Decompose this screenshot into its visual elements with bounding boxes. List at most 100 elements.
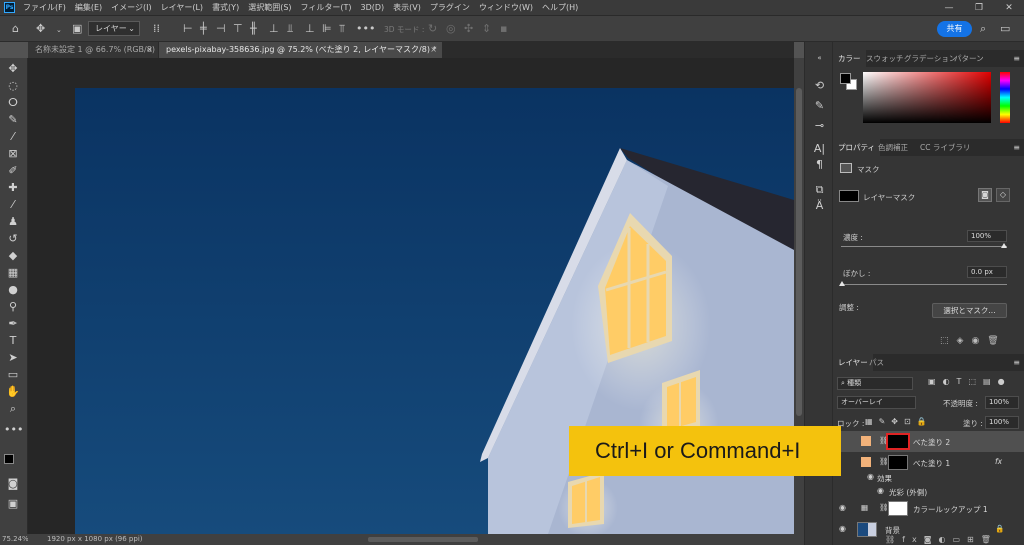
transform-controls-icon[interactable]: ⁞⁞ bbox=[153, 22, 160, 35]
3d-orbit-icon[interactable]: ↻ bbox=[428, 22, 437, 35]
blend-mode-dropdown[interactable]: オーバーレイ bbox=[837, 396, 916, 409]
feather-slider[interactable] bbox=[841, 284, 1007, 285]
glyphs-panel-icon[interactable]: Ä bbox=[812, 198, 827, 213]
menu-layer[interactable]: レイヤー(L) bbox=[161, 2, 203, 13]
menu-help[interactable]: ヘルプ(H) bbox=[542, 2, 578, 13]
quick-select-tool-icon[interactable]: ✎ bbox=[4, 112, 22, 127]
workspace-icon[interactable]: ▭ bbox=[1000, 22, 1010, 35]
opacity-field[interactable]: 100% bbox=[985, 396, 1019, 409]
delete-mask-icon[interactable]: 🗑 bbox=[987, 336, 1006, 346]
eye-icon[interactable]: ◉ bbox=[839, 524, 846, 533]
eyedropper-tool-icon[interactable]: ⁄ bbox=[4, 129, 22, 144]
clone-stamp-icon[interactable]: ♟ bbox=[4, 214, 22, 229]
frame-tool-icon[interactable]: ✐ bbox=[4, 163, 22, 178]
align-left-icon[interactable]: ⊢ bbox=[183, 22, 193, 35]
distribute-top-icon[interactable]: ⊥ bbox=[269, 22, 279, 35]
align-top-icon[interactable]: ⊤ bbox=[233, 22, 243, 35]
brush-tool-icon[interactable]: ⁄ bbox=[4, 197, 22, 212]
select-pixels-icon[interactable]: ◙ bbox=[978, 188, 992, 202]
hand-tool-icon[interactable]: ✋ bbox=[4, 384, 22, 399]
menu-image[interactable]: イメージ(I) bbox=[111, 2, 151, 13]
marquee-tool-icon[interactable]: ◌ bbox=[4, 78, 22, 93]
type-tool-icon[interactable]: T bbox=[4, 333, 22, 348]
select-and-mask-button[interactable]: 選択とマスク... bbox=[932, 303, 1007, 318]
feather-slider-thumb[interactable] bbox=[839, 281, 845, 286]
scrollbar-thumb[interactable] bbox=[796, 88, 802, 416]
home-icon[interactable]: ⌂ bbox=[12, 22, 19, 35]
blur-tool-icon[interactable]: ● bbox=[4, 282, 22, 297]
lock-artboard-icon[interactable]: ⊡ bbox=[904, 417, 917, 426]
document-size-info[interactable]: 1920 px x 1080 px (96 ppi) bbox=[47, 534, 143, 545]
eye-icon[interactable]: ◉ bbox=[839, 503, 846, 512]
delete-layer-icon[interactable]: 🗑 bbox=[981, 535, 998, 544]
zoom-tool-icon[interactable]: ⌕ bbox=[4, 401, 22, 416]
adjustment-filter-icon[interactable]: ◐ bbox=[943, 377, 957, 386]
3d-slide-icon[interactable]: ⇕ bbox=[482, 22, 491, 35]
rectangle-tool-icon[interactable]: ▭ bbox=[4, 367, 22, 382]
tool-preset-chevron-icon[interactable]: ⌄ bbox=[56, 24, 62, 37]
screen-mode-icon[interactable]: ▣ bbox=[4, 496, 22, 511]
density-field[interactable]: 100% bbox=[967, 230, 1007, 242]
new-layer-icon[interactable]: ⊞ bbox=[967, 535, 981, 544]
menu-view[interactable]: 表示(V) bbox=[393, 2, 421, 13]
distribute-right-icon[interactable]: ⫪ bbox=[339, 22, 345, 35]
pixel-filter-icon[interactable]: ▣ bbox=[928, 377, 943, 386]
fill-field[interactable]: 100% bbox=[985, 416, 1019, 429]
load-selection-icon[interactable]: ⬚ bbox=[940, 336, 957, 346]
menu-window[interactable]: ウィンドウ(W) bbox=[479, 2, 533, 13]
align-hcenter-icon[interactable]: ╪ bbox=[200, 22, 207, 35]
path-select-tool-icon[interactable]: ➤ bbox=[4, 350, 22, 365]
healing-brush-icon[interactable]: ✚ bbox=[4, 180, 22, 195]
link-layers-icon[interactable]: ⛓ bbox=[885, 535, 902, 544]
brush-settings-icon[interactable]: ✎ bbox=[812, 98, 827, 113]
foreground-color-swatch[interactable] bbox=[840, 73, 851, 84]
tab-untitled-document[interactable]: 名称未設定 1 @ 66.7% (RGB/8) × bbox=[28, 42, 158, 58]
distribute-vcenter-icon[interactable]: ⫫ bbox=[287, 22, 293, 35]
fx-icon[interactable]: fx bbox=[995, 457, 1002, 466]
info-panel-icon[interactable]: ⧉ bbox=[812, 182, 827, 197]
new-group-icon[interactable]: ▭ bbox=[952, 535, 967, 544]
panel-menu-icon[interactable]: ≡ bbox=[1013, 50, 1020, 67]
menu-3d[interactable]: 3D(D) bbox=[361, 3, 385, 12]
lock-all-icon[interactable]: 🔒 bbox=[917, 417, 933, 426]
density-slider-thumb[interactable] bbox=[1001, 243, 1007, 248]
minimize-button[interactable]: — bbox=[934, 0, 964, 16]
history-brush-icon[interactable]: ↺ bbox=[4, 231, 22, 246]
menu-type[interactable]: 書式(Y) bbox=[212, 2, 239, 13]
layer-select-dropdown[interactable]: レイヤー ⌄ bbox=[88, 21, 140, 36]
layer-row-fill-2[interactable]: ⛓ べた塗り 2 bbox=[833, 431, 1024, 452]
more-options-icon[interactable]: ••• bbox=[356, 22, 375, 35]
density-slider[interactable] bbox=[841, 246, 1007, 247]
tab-adjustments[interactable]: 色調補正 bbox=[873, 139, 913, 156]
close-tab-icon[interactable]: × bbox=[430, 42, 437, 58]
effects-row[interactable]: ◉ 効果 bbox=[833, 470, 1024, 484]
gradient-tool-icon[interactable]: ▦ bbox=[4, 265, 22, 280]
align-vcenter-icon[interactable]: ╫ bbox=[250, 22, 257, 35]
3d-scale-icon[interactable]: ▪ bbox=[500, 22, 507, 35]
add-mask-icon[interactable]: ◙ bbox=[924, 535, 939, 544]
edit-toolbar-icon[interactable]: ••• bbox=[4, 422, 23, 437]
zoom-readout[interactable]: 75.24% bbox=[0, 534, 29, 545]
history-panel-icon[interactable]: ⟲ bbox=[812, 78, 827, 93]
quick-mask-icon[interactable]: ◙ bbox=[4, 476, 22, 491]
tab-paths[interactable]: パス bbox=[864, 354, 889, 371]
tab-patterns[interactable]: パターン bbox=[949, 50, 989, 67]
align-right-icon[interactable]: ⊣ bbox=[216, 22, 226, 35]
horizontal-scrollbar[interactable] bbox=[368, 537, 478, 542]
tab-cc-libraries[interactable]: CC ライブラリ bbox=[915, 139, 975, 156]
3d-roll-icon[interactable]: ◎ bbox=[446, 22, 456, 35]
color-picker-field[interactable] bbox=[863, 72, 991, 123]
maximize-button[interactable]: ❐ bbox=[964, 0, 994, 16]
panel-menu-icon[interactable]: ≡ bbox=[1013, 139, 1020, 156]
apply-mask-icon[interactable]: ◈ bbox=[957, 336, 972, 346]
menu-filter[interactable]: フィルター(T) bbox=[301, 2, 352, 13]
distribute-bottom-icon[interactable]: ⊥ bbox=[305, 22, 315, 35]
feather-field[interactable]: 0.0 px bbox=[967, 266, 1007, 278]
menu-select[interactable]: 選択範囲(S) bbox=[248, 2, 291, 13]
new-adjustment-icon[interactable]: ◐ bbox=[938, 535, 952, 544]
layer-filter-dropdown[interactable]: ⌕ 種類 bbox=[837, 377, 913, 390]
menu-plugins[interactable]: プラグイン bbox=[430, 2, 470, 13]
outer-glow-effect-row[interactable]: ◉ 光彩 (外側) bbox=[833, 484, 1024, 498]
tab-pexels-image[interactable]: pexels-pixabay-358636.jpg @ 75.2% (べた塗り … bbox=[159, 42, 442, 58]
lasso-tool-icon[interactable]: ⵔ bbox=[4, 95, 22, 110]
